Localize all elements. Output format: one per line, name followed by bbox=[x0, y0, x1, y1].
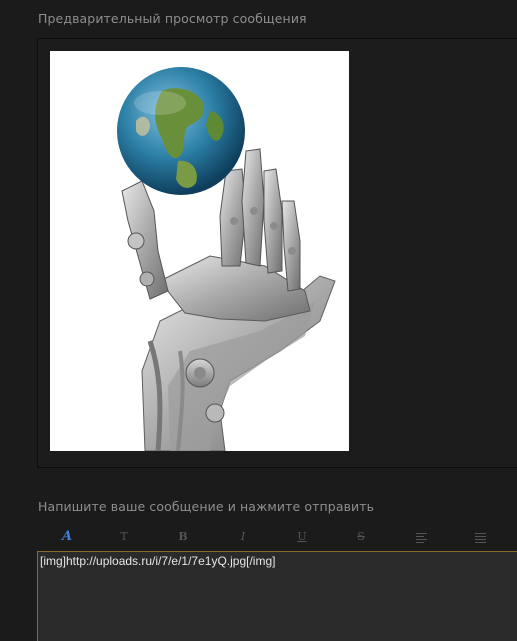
compose-title: Напишите ваше сообщение и нажмите отправ… bbox=[38, 499, 375, 514]
preview-title: Предварительный просмотр сообщения bbox=[38, 11, 307, 26]
align-justify-icon[interactable] bbox=[469, 528, 491, 546]
robot-hand-globe-picture bbox=[50, 51, 349, 451]
text-size-icon[interactable]: T bbox=[113, 528, 135, 546]
bold-icon[interactable]: B bbox=[172, 528, 194, 546]
formatting-toolbar: A T B I U S bbox=[38, 526, 517, 548]
font-icon[interactable]: A bbox=[56, 528, 78, 546]
message-textarea[interactable]: [img]http://uploads.ru/i/7/e/1/7e1yQ.jpg… bbox=[37, 551, 517, 641]
align-left-icon[interactable] bbox=[410, 528, 432, 546]
italic-icon[interactable]: I bbox=[232, 528, 254, 546]
strikethrough-icon[interactable]: S bbox=[350, 528, 372, 546]
underline-icon[interactable]: U bbox=[291, 528, 313, 546]
message-preview-panel bbox=[37, 38, 517, 468]
preview-image bbox=[50, 51, 349, 451]
